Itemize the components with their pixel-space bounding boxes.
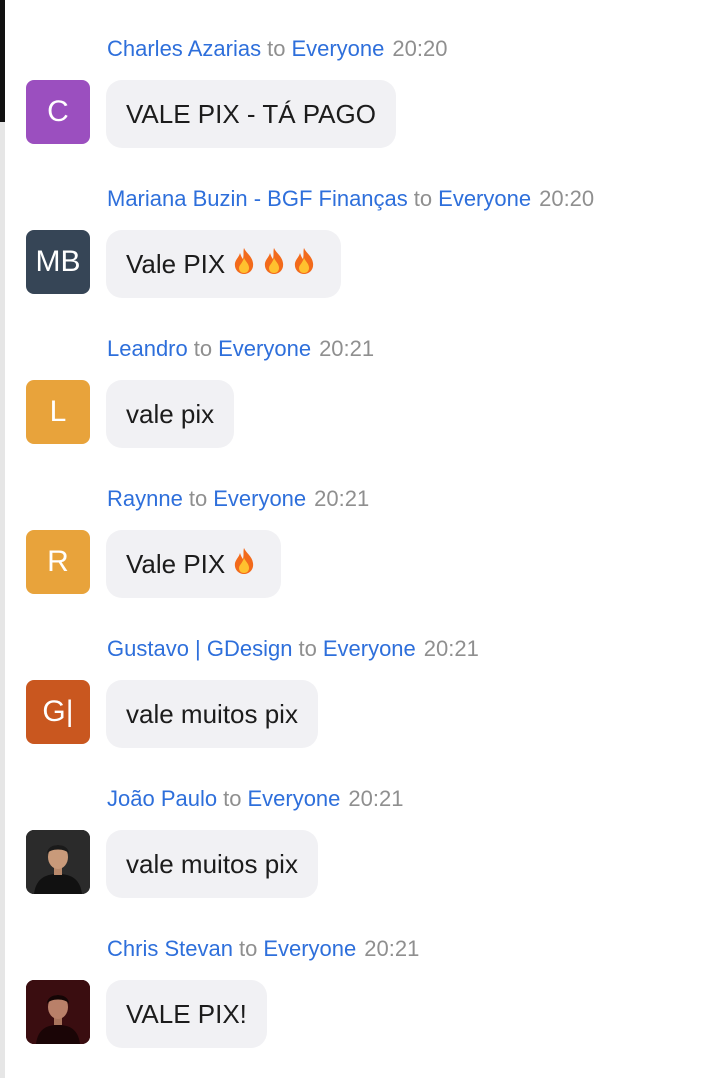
- avatar-photo[interactable]: [26, 980, 90, 1044]
- message-header: João Paulo to Everyone 20:21: [107, 784, 403, 814]
- message-time: 20:21: [423, 636, 479, 661]
- message-time: 20:21: [348, 786, 404, 811]
- avatar-initials: R: [47, 545, 69, 578]
- sender-name[interactable]: Charles Azarias: [107, 36, 261, 61]
- to-label: to: [413, 186, 433, 211]
- message-text: vale muitos pix: [126, 848, 298, 879]
- fire-emoji-icon: [291, 247, 321, 282]
- fire-emoji-icon: [261, 247, 291, 282]
- avatar-initials: MB: [35, 245, 81, 278]
- person-photo-icon: [26, 980, 90, 1044]
- sender-name[interactable]: Chris Stevan: [107, 936, 233, 961]
- avatar-initials: L: [49, 395, 67, 428]
- message-bubble: Vale PIX: [106, 530, 282, 598]
- message-bubble: vale muitos pix: [106, 680, 318, 748]
- to-label: to: [193, 336, 213, 361]
- message-text: VALE PIX - TÁ PAGO: [126, 98, 376, 129]
- to-label: to: [223, 786, 242, 811]
- recipient-name[interactable]: Everyone: [247, 786, 340, 811]
- message-time: 20:20: [539, 186, 595, 211]
- avatar[interactable]: G|: [26, 680, 90, 744]
- fire-emoji-icon: [231, 547, 261, 582]
- chat-message: Charles Azarias to Everyone 20:20 C VALE PI…: [0, 0, 712, 150]
- message-bubble: vale pix: [106, 380, 235, 448]
- sender-name[interactable]: Mariana Buzin - BGF Finanças: [107, 186, 408, 211]
- recipient-name[interactable]: Everyone: [291, 36, 384, 61]
- to-label: to: [238, 936, 258, 961]
- message-header: Chris Stevan to Everyone 20:21: [107, 934, 419, 964]
- to-label: to: [267, 36, 286, 61]
- sender-name[interactable]: Gustavo | GDesign: [107, 636, 292, 661]
- recipient-name[interactable]: Everyone: [323, 636, 416, 661]
- message-header: Charles Azarias to Everyone 20:20: [107, 34, 447, 64]
- emoji-group: [231, 547, 261, 582]
- message-header: Leandro to Everyone 20:21: [107, 334, 374, 364]
- recipient-name[interactable]: Everyone: [263, 936, 356, 961]
- avatar-photo[interactable]: [26, 830, 90, 894]
- chat-message: João Paulo to Everyone 20:21 vale muitos pi…: [0, 750, 712, 900]
- message-text: vale muitos pix: [126, 698, 298, 729]
- message-time: 20:21: [364, 936, 420, 961]
- message-bubble: VALE PIX!: [106, 980, 267, 1048]
- to-label: to: [298, 636, 317, 661]
- message-time: 20:21: [314, 486, 370, 511]
- to-label: to: [188, 486, 208, 511]
- message-time: 20:20: [392, 36, 448, 61]
- fire-emoji-icon: [231, 247, 261, 282]
- avatar[interactable]: R: [26, 530, 90, 594]
- chat-message: Leandro to Everyone 20:21 L vale pix: [0, 300, 712, 450]
- chat-message: Gustavo | GDesign to Everyone 20:21 G| vale…: [0, 600, 712, 750]
- recipient-name[interactable]: Everyone: [438, 186, 531, 211]
- message-text: VALE PIX!: [126, 998, 247, 1029]
- message-text: Vale PIX: [126, 548, 226, 579]
- message-header: Gustavo | GDesign to Everyone 20:21: [107, 634, 479, 664]
- message-text: vale pix: [126, 398, 215, 429]
- avatar-initials: G|: [42, 695, 74, 728]
- avatar[interactable]: C: [26, 80, 90, 144]
- avatar-initials: C: [47, 95, 69, 128]
- message-bubble: VALE PIX - TÁ PAGO: [106, 80, 396, 148]
- sender-name[interactable]: Leandro: [107, 336, 188, 361]
- avatar[interactable]: L: [26, 380, 90, 444]
- recipient-name[interactable]: Everyone: [218, 336, 311, 361]
- message-header: Raynne to Everyone 20:21: [107, 484, 369, 514]
- message-header: Mariana Buzin - BGF Finanças to Everyone 20…: [107, 184, 594, 214]
- chat-message: Raynne to Everyone 20:21 R Vale PIX: [0, 450, 712, 600]
- message-bubble: vale muitos pix: [106, 830, 318, 898]
- person-photo-icon: [26, 830, 90, 894]
- message-time: 20:21: [319, 336, 375, 361]
- chat-message: Mariana Buzin - BGF Finanças to Everyone 20…: [0, 150, 712, 300]
- avatar[interactable]: MB: [26, 230, 90, 294]
- sender-name[interactable]: Raynne: [107, 486, 183, 511]
- chat-message: Chris Stevan to Everyone 20:21 VALE PIX!: [0, 900, 712, 1050]
- sender-name[interactable]: João Paulo: [107, 786, 217, 811]
- message-text: Vale PIX: [126, 248, 226, 279]
- emoji-group: [231, 247, 321, 282]
- message-bubble: Vale PIX: [106, 230, 342, 298]
- recipient-name[interactable]: Everyone: [213, 486, 306, 511]
